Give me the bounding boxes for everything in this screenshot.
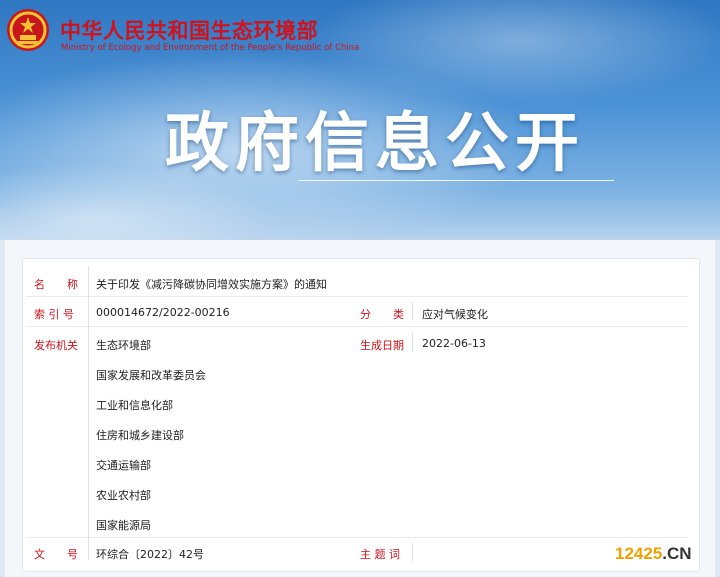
index-number-value: 000014672/2022-00216 [96, 306, 230, 319]
column-divider [412, 332, 413, 352]
row-divider [26, 326, 688, 327]
index-number-label: 索 引 号 [34, 308, 74, 321]
issuer-item: 工业和信息化部 [96, 399, 173, 412]
issuer-item: 农业农村部 [96, 489, 151, 502]
row-divider [26, 537, 688, 538]
column-divider [412, 543, 413, 561]
category-value: 应对气候变化 [422, 308, 488, 321]
issuer-item: 交通运输部 [96, 459, 151, 472]
name-label: 名 称 [34, 278, 78, 291]
ministry-name-en[interactable]: Ministry of Ecology and Environment of t… [61, 43, 359, 53]
category-label: 分 类 [360, 308, 404, 321]
header-banner: 中华人民共和国生态环境部 Ministry of Ecology and Env… [0, 0, 720, 240]
issuer-item: 国家能源局 [96, 519, 151, 532]
issuer-item: 国家发展和改革委员会 [96, 369, 206, 382]
issuer-label: 发布机关 [34, 339, 78, 352]
page-title: 政府信息公开 [165, 107, 585, 181]
row-divider [26, 296, 688, 297]
watermark-suffix: .CN [662, 544, 692, 563]
column-divider [88, 266, 89, 560]
document-number-value: 环综合〔2022〕42号 [96, 548, 204, 561]
ministry-name-cn[interactable]: 中华人民共和国生态环境部 [60, 15, 318, 45]
issuer-item: 生态环境部 [96, 339, 151, 352]
national-emblem-icon [7, 9, 49, 51]
document-number-label: 文 号 [34, 548, 78, 561]
title-underline [298, 180, 614, 181]
watermark-number: 12425 [615, 544, 663, 563]
site-watermark: 12425.CN [615, 544, 692, 564]
column-divider [412, 302, 413, 320]
issuer-item: 住房和城乡建设部 [96, 429, 184, 442]
date-label: 生成日期 [360, 339, 404, 352]
keywords-label: 主 题 词 [360, 548, 400, 561]
name-value: 关于印发《减污降碳协同增效实施方案》的通知 [96, 278, 327, 291]
date-value: 2022-06-13 [422, 337, 486, 350]
